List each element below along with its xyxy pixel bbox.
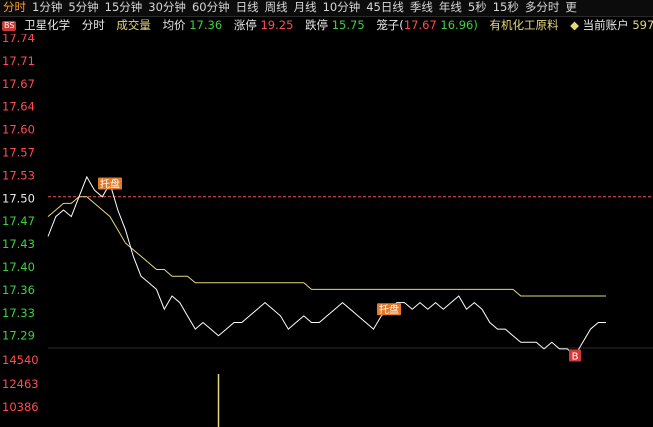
- price-line: [47, 175, 606, 357]
- stock-info-bar: BS 卫星化学 分时 成交量 均价 17.36 涨停 19.25 跌停 15.7…: [0, 16, 653, 34]
- tab-11[interactable]: 季线: [407, 0, 436, 16]
- price-axis-label: 17.64: [2, 100, 35, 114]
- sector-label[interactable]: 有机化工原料: [489, 18, 558, 32]
- price-axis-label: 17.36: [2, 283, 35, 297]
- tab-10[interactable]: 45日线: [363, 0, 407, 16]
- mode-label[interactable]: 分时: [82, 18, 105, 32]
- tab-15[interactable]: 多分时: [522, 0, 563, 16]
- tab-9[interactable]: 10分钟: [320, 0, 364, 16]
- basket-high: 16.96): [440, 18, 478, 32]
- tab-16[interactable]: 更: [562, 0, 580, 16]
- tab-0[interactable]: 分时: [0, 0, 29, 16]
- volume-axis-label: 10386: [2, 400, 39, 414]
- intraday-chart[interactable]: 17.74 17.71 17.67 17.64 17.60 17.57 17.53 17.50…: [0, 34, 653, 427]
- indicator-label[interactable]: 成交量: [116, 18, 151, 32]
- tuopan-marker: 托盘: [379, 303, 399, 316]
- price-axis-label: 17.40: [2, 260, 35, 274]
- price-axis-label: 17.50: [2, 191, 35, 205]
- buy-marker: B: [572, 352, 579, 363]
- account-label[interactable]: 当前账户: [583, 18, 629, 32]
- price-axis-label: 17.33: [2, 306, 35, 320]
- tab-8[interactable]: 月线: [291, 0, 320, 16]
- limit-down-value: 15.75: [331, 18, 365, 32]
- stock-name[interactable]: 卫星化学: [24, 18, 70, 32]
- price-axis-label: 17.74: [2, 34, 35, 45]
- tab-2[interactable]: 5分钟: [65, 0, 101, 16]
- volume-axis-label: 12463: [2, 377, 39, 391]
- tab-4[interactable]: 30分钟: [145, 0, 189, 16]
- price-axis-label: 17.71: [2, 54, 35, 68]
- price-axis-label: 17.67: [2, 77, 35, 91]
- period-tab-bar: 分时 1分钟 5分钟 15分钟 30分钟 60分钟 日线 周线 月线 10分钟 45日线 季线 年线 5秒…: [0, 0, 653, 17]
- price-axis-label: 17.43: [2, 237, 35, 251]
- limit-up-value: 19.25: [260, 18, 294, 32]
- tab-7[interactable]: 周线: [262, 0, 291, 16]
- basket-low: 17.67: [403, 18, 437, 32]
- tab-12[interactable]: 年线: [436, 0, 465, 16]
- limit-up-label: 涨停: [233, 18, 257, 32]
- tab-1[interactable]: 1分钟: [29, 0, 65, 16]
- account-value: 597***8: [632, 18, 653, 32]
- avg-price-line: [47, 196, 606, 297]
- bs-badge[interactable]: BS: [2, 20, 17, 31]
- price-axis-label: 17.47: [2, 214, 35, 228]
- volume-axis-label: 14540: [2, 353, 39, 367]
- price-axis-label: 17.57: [2, 146, 35, 160]
- basket-label: 笼子(: [376, 18, 404, 32]
- avg-price-value: 17.36: [189, 18, 223, 32]
- tuopan-marker: 托盘: [100, 178, 120, 191]
- diamond-icon: ◆: [570, 18, 579, 32]
- price-axis-label: 17.29: [2, 329, 35, 343]
- tab-3[interactable]: 15分钟: [102, 0, 146, 16]
- tab-5[interactable]: 60分钟: [189, 0, 233, 16]
- tab-13[interactable]: 5秒: [465, 0, 490, 16]
- price-axis-label: 17.53: [2, 168, 35, 182]
- limit-down-label: 跌停: [305, 18, 329, 32]
- tab-6[interactable]: 日线: [233, 0, 262, 16]
- avg-price-label: 均价: [162, 18, 186, 32]
- price-axis-label: 17.60: [2, 123, 35, 137]
- tab-14[interactable]: 15秒: [490, 0, 522, 16]
